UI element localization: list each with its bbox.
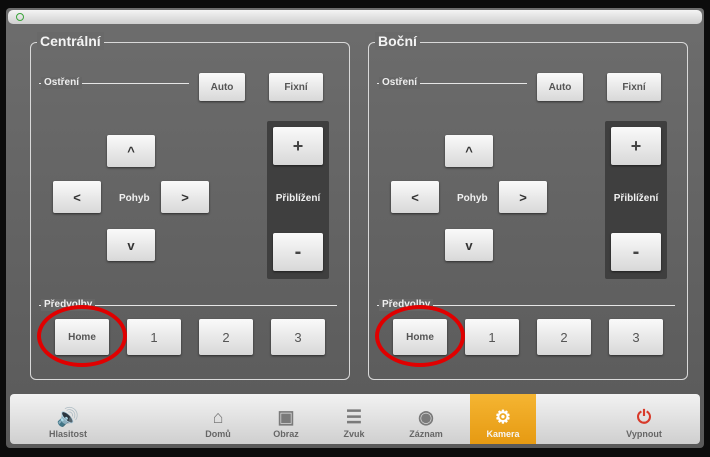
power-icon: ⏻ — [636, 407, 652, 427]
pan-right-button[interactable]: > — [161, 181, 209, 213]
dock-item-label: Záznam — [409, 429, 443, 439]
focus-fixed-button[interactable]: Fixní — [269, 73, 323, 101]
speaker-icon: 🔊 — [56, 407, 80, 427]
zoom-in-button[interactable]: + — [273, 127, 323, 165]
pan-up-button[interactable]: ^ — [107, 135, 155, 167]
focus-auto-button[interactable]: Auto — [537, 73, 583, 101]
dock-item-display[interactable]: ▣ Obraz — [260, 394, 312, 444]
zoom-out-button[interactable]: - — [611, 233, 661, 271]
chevron-up-icon: ^ — [465, 143, 473, 159]
move-label: Pohyb — [119, 193, 150, 204]
chevron-down-icon: v — [465, 237, 473, 253]
camera-panel-central: Centrální Ostření Auto Fixní ^ < Pohyb >… — [30, 32, 350, 380]
touch-panel-screen: Centrální Ostření Auto Fixní ^ < Pohyb >… — [6, 8, 704, 448]
preset-2-button[interactable]: 2 — [199, 319, 253, 355]
preset-1-button[interactable]: 1 — [127, 319, 181, 355]
panel-title: Boční — [375, 32, 420, 50]
recorder-icon: ◉ — [418, 407, 434, 427]
annotation-circle — [375, 305, 465, 367]
zoom-group: + Přiblížení - — [267, 121, 329, 279]
chevron-up-icon: ^ — [127, 143, 135, 159]
pan-down-button[interactable]: v — [445, 229, 493, 261]
move-label: Pohyb — [457, 193, 488, 204]
dock-item-label: Domů — [205, 429, 231, 439]
dock-item-label: Hlasitost — [48, 429, 87, 439]
dock-item-home[interactable]: ⌂ Domů — [192, 394, 244, 444]
zoom-group: + Přiblížení - — [605, 121, 667, 279]
pan-left-button[interactable]: < — [391, 181, 439, 213]
focus-label: Ostření — [379, 77, 421, 89]
dock-item-record[interactable]: ◉ Záznam — [398, 394, 454, 444]
dock-item-label: Vypnout — [626, 429, 662, 439]
focus-fixed-button[interactable]: Fixní — [607, 73, 661, 101]
status-dot-icon — [16, 13, 24, 21]
chevron-left-icon: < — [73, 189, 81, 205]
camera-panel-side: Boční Ostření Auto Fixní ^ < Pohyb > v +… — [368, 32, 688, 380]
home-icon: ⌂ — [212, 407, 224, 427]
pan-up-button[interactable]: ^ — [445, 135, 493, 167]
chevron-left-icon: < — [411, 189, 419, 205]
preset-3-button[interactable]: 3 — [609, 319, 663, 355]
annotation-circle — [37, 305, 127, 367]
zoom-label: Přiblížení — [613, 193, 659, 204]
zoom-out-button[interactable]: - — [273, 233, 323, 271]
panel-title: Centrální — [37, 32, 104, 50]
dock-item-camera[interactable]: ⚙ Kamera — [470, 394, 536, 444]
pan-right-button[interactable]: > — [499, 181, 547, 213]
dock-item-volume[interactable]: 🔊 Hlasitost — [38, 394, 98, 444]
pan-down-button[interactable]: v — [107, 229, 155, 261]
dock-item-label: Obraz — [273, 429, 299, 439]
zoom-in-button[interactable]: + — [611, 127, 661, 165]
dock-item-sound[interactable]: ☰ Zvuk — [328, 394, 380, 444]
zoom-label: Přiblížení — [275, 193, 321, 204]
display-icon: ▣ — [277, 407, 295, 427]
chevron-right-icon: > — [519, 189, 527, 205]
pan-left-button[interactable]: < — [53, 181, 101, 213]
camera-icon: ⚙ — [494, 407, 512, 427]
dock-item-power[interactable]: ⏻ Vypnout — [614, 394, 674, 444]
mixer-icon: ☰ — [345, 407, 363, 427]
focus-label: Ostření — [41, 77, 83, 89]
dock-item-label: Kamera — [486, 429, 520, 439]
preset-3-button[interactable]: 3 — [271, 319, 325, 355]
chevron-right-icon: > — [181, 189, 189, 205]
title-bar — [8, 10, 702, 24]
preset-2-button[interactable]: 2 — [537, 319, 591, 355]
focus-auto-button[interactable]: Auto — [199, 73, 245, 101]
bottom-dock: 🔊 Hlasitost ⌂ Domů ▣ Obraz ☰ Zvuk ◉ Zázn… — [10, 394, 700, 444]
preset-1-button[interactable]: 1 — [465, 319, 519, 355]
chevron-down-icon: v — [127, 237, 135, 253]
dock-item-label: Zvuk — [343, 429, 365, 439]
